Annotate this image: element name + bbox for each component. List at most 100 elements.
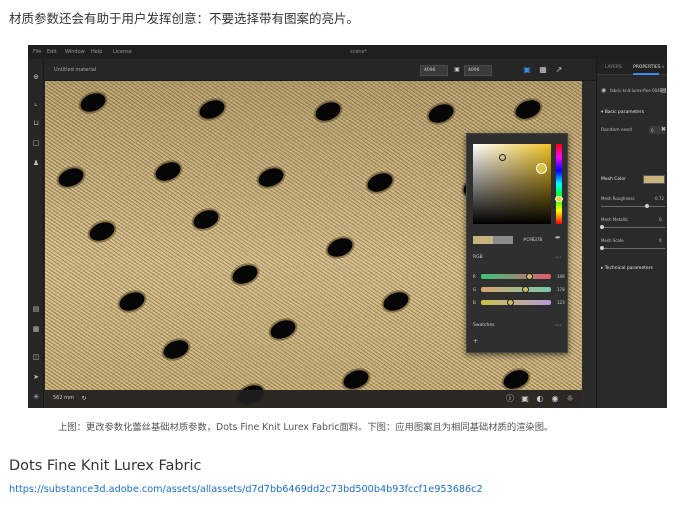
lurex-dot — [77, 89, 109, 116]
briefcase-icon[interactable]: ▦ — [32, 325, 40, 333]
app-screenshot: File Edit Window Help License scene* Unt… — [28, 45, 667, 408]
height-select[interactable]: 4096 — [464, 65, 492, 76]
shuffle-icon[interactable]: ✖ — [661, 126, 666, 133]
lurex-dot — [512, 96, 544, 123]
saturation-value-area[interactable] — [473, 144, 551, 224]
menu-file[interactable]: File — [33, 49, 41, 55]
tab-properties[interactable]: PROPERTIES — [633, 65, 661, 70]
menu-window[interactable]: Window — [65, 49, 85, 55]
document-title: scene* — [350, 49, 368, 55]
mesh-roughness-label: Mesh Roughness — [601, 196, 635, 201]
expand-icon[interactable]: ↗ — [554, 65, 564, 75]
hex-value[interactable]: #C9B37B — [523, 237, 542, 242]
menu-help[interactable]: Help — [91, 49, 102, 55]
color-picker-popup: #C9B37B ✒ RGB ⋯ R 199 G 178 B 123 Swatch… — [466, 133, 568, 353]
lurex-dot — [380, 288, 412, 315]
mesh-color-label: Mesh Color — [601, 177, 627, 182]
settings-icon[interactable]: ☼ — [565, 394, 575, 404]
width-select[interactable]: 4096 — [420, 65, 448, 76]
swatches-options-icon[interactable]: ⋯ — [555, 323, 561, 329]
asterisk-icon[interactable]: ✳ — [32, 393, 40, 401]
panel-tabs: LAYERS PROPERTIES × — [597, 59, 667, 75]
technical-parameters-header[interactable]: ▸ Technical parameters — [601, 266, 653, 271]
lurex-dot — [267, 316, 299, 343]
lurex-dot — [255, 164, 287, 191]
lurex-dot — [86, 218, 118, 245]
square-icon[interactable]: □ — [32, 139, 40, 147]
red-label: R — [473, 274, 476, 279]
viewport-toolbar: Untitled material 4096 ▣ 4096 ▣ ▦ ↗ — [28, 59, 667, 81]
bracket-icon[interactable]: ⊔ — [32, 119, 40, 127]
pointer-icon[interactable]: ➤ — [32, 373, 40, 381]
mesh-roughness-value[interactable]: 0.72 — [655, 196, 664, 201]
lurex-dot — [229, 261, 261, 288]
mesh-roughness-slider[interactable] — [601, 206, 665, 207]
hue-slider[interactable] — [556, 144, 562, 224]
menu-bar: File Edit Window Help License scene* — [28, 45, 667, 59]
blue-value[interactable]: 123 — [557, 300, 565, 305]
refresh-icon[interactable]: ↻ — [79, 394, 89, 404]
asset-title: Dots Fine Knit Lurex Fabric — [9, 458, 202, 474]
lurex-dot — [116, 288, 148, 315]
red-slider[interactable] — [481, 274, 551, 279]
green-value[interactable]: 178 — [557, 287, 565, 292]
sphere-icon[interactable]: ◐ — [535, 394, 545, 404]
active-tab-indicator — [633, 73, 659, 75]
crop-icon[interactable]: ⌞ — [32, 99, 40, 107]
properties-panel: LAYERS PROPERTIES × ◉ fabric-knit-lurex-… — [596, 59, 667, 408]
tab-layers[interactable]: LAYERS — [605, 65, 622, 70]
mesh-roughness-knob[interactable] — [645, 204, 649, 208]
green-slider-thumb[interactable] — [522, 286, 529, 293]
menu-edit[interactable]: Edit — [47, 49, 57, 55]
eyedropper-icon[interactable]: ✒ — [555, 234, 561, 242]
info-icon[interactable]: ⓘ — [505, 394, 515, 404]
lurex-dot — [152, 158, 184, 185]
viewport-tab[interactable]: Untitled material — [54, 67, 96, 73]
swatches-label: Swatches — [473, 323, 495, 328]
screen-icon[interactable]: ◫ — [32, 353, 40, 361]
new-color-preview — [493, 236, 513, 244]
mesh-metallic-value[interactable]: 0 — [659, 217, 662, 222]
archive-icon[interactable]: ▤ — [32, 305, 40, 313]
lurex-dot — [340, 366, 372, 393]
mesh-color-swatch[interactable] — [643, 175, 665, 184]
frame-icon[interactable]: ▦ — [538, 65, 548, 75]
red-value[interactable]: 199 — [557, 274, 565, 279]
lurex-dot — [196, 96, 228, 123]
add-swatch-button[interactable]: + — [473, 338, 478, 345]
lurex-dot — [55, 164, 87, 191]
saturation-target-handle[interactable] — [536, 163, 547, 174]
left-toolbar: ⊕ ⌞ ⊔ □ ♟ ▤ ▦ ◫ ➤ ✳ — [28, 59, 44, 408]
person-icon[interactable]: ♟ — [32, 159, 40, 167]
camera-icon[interactable]: ▣ — [522, 65, 532, 75]
hue-handle[interactable] — [555, 196, 563, 202]
close-icon[interactable]: × — [661, 65, 665, 70]
lock-icon[interactable]: ▣ — [452, 65, 462, 75]
mesh-scale-value[interactable]: 0 — [659, 238, 662, 243]
current-color-preview — [473, 236, 493, 244]
blue-slider[interactable] — [481, 300, 551, 305]
mesh-scale-label: Mesh Scale — [601, 238, 624, 243]
render-icon[interactable]: ◉ — [550, 394, 560, 404]
asset-link[interactable]: https://substance3d.adobe.com/assets/all… — [9, 484, 483, 495]
technical-parameters-label: Technical parameters — [604, 266, 653, 271]
mesh-scale-slider[interactable] — [601, 248, 665, 249]
color-mode-select[interactable]: RGB — [473, 255, 483, 260]
more-options-icon[interactable]: ⋯ — [555, 255, 561, 261]
plus-icon[interactable]: ⊕ — [32, 73, 40, 81]
random-seed-label: Random seed — [601, 128, 632, 133]
blue-slider-thumb[interactable] — [507, 299, 514, 306]
video-icon[interactable]: ▣ — [520, 394, 530, 404]
basic-parameters-header[interactable]: ▾ Basic parameters — [601, 110, 644, 115]
material-menu-icon[interactable]: ▤ — [661, 87, 667, 94]
saturation-handle[interactable] — [499, 154, 506, 161]
figure-caption: 上图：更改参数化蕾丝基础材质参数，Dots Fine Knit Lurex Fa… — [58, 422, 554, 433]
mesh-scale-knob[interactable] — [600, 246, 604, 250]
mesh-metallic-slider[interactable] — [601, 227, 665, 228]
mesh-metallic-knob[interactable] — [600, 225, 604, 229]
lurex-dot — [160, 336, 192, 363]
red-slider-thumb[interactable] — [526, 273, 533, 280]
lurex-dot — [324, 234, 356, 261]
menu-license[interactable]: License — [113, 49, 132, 55]
green-slider[interactable] — [481, 287, 551, 292]
